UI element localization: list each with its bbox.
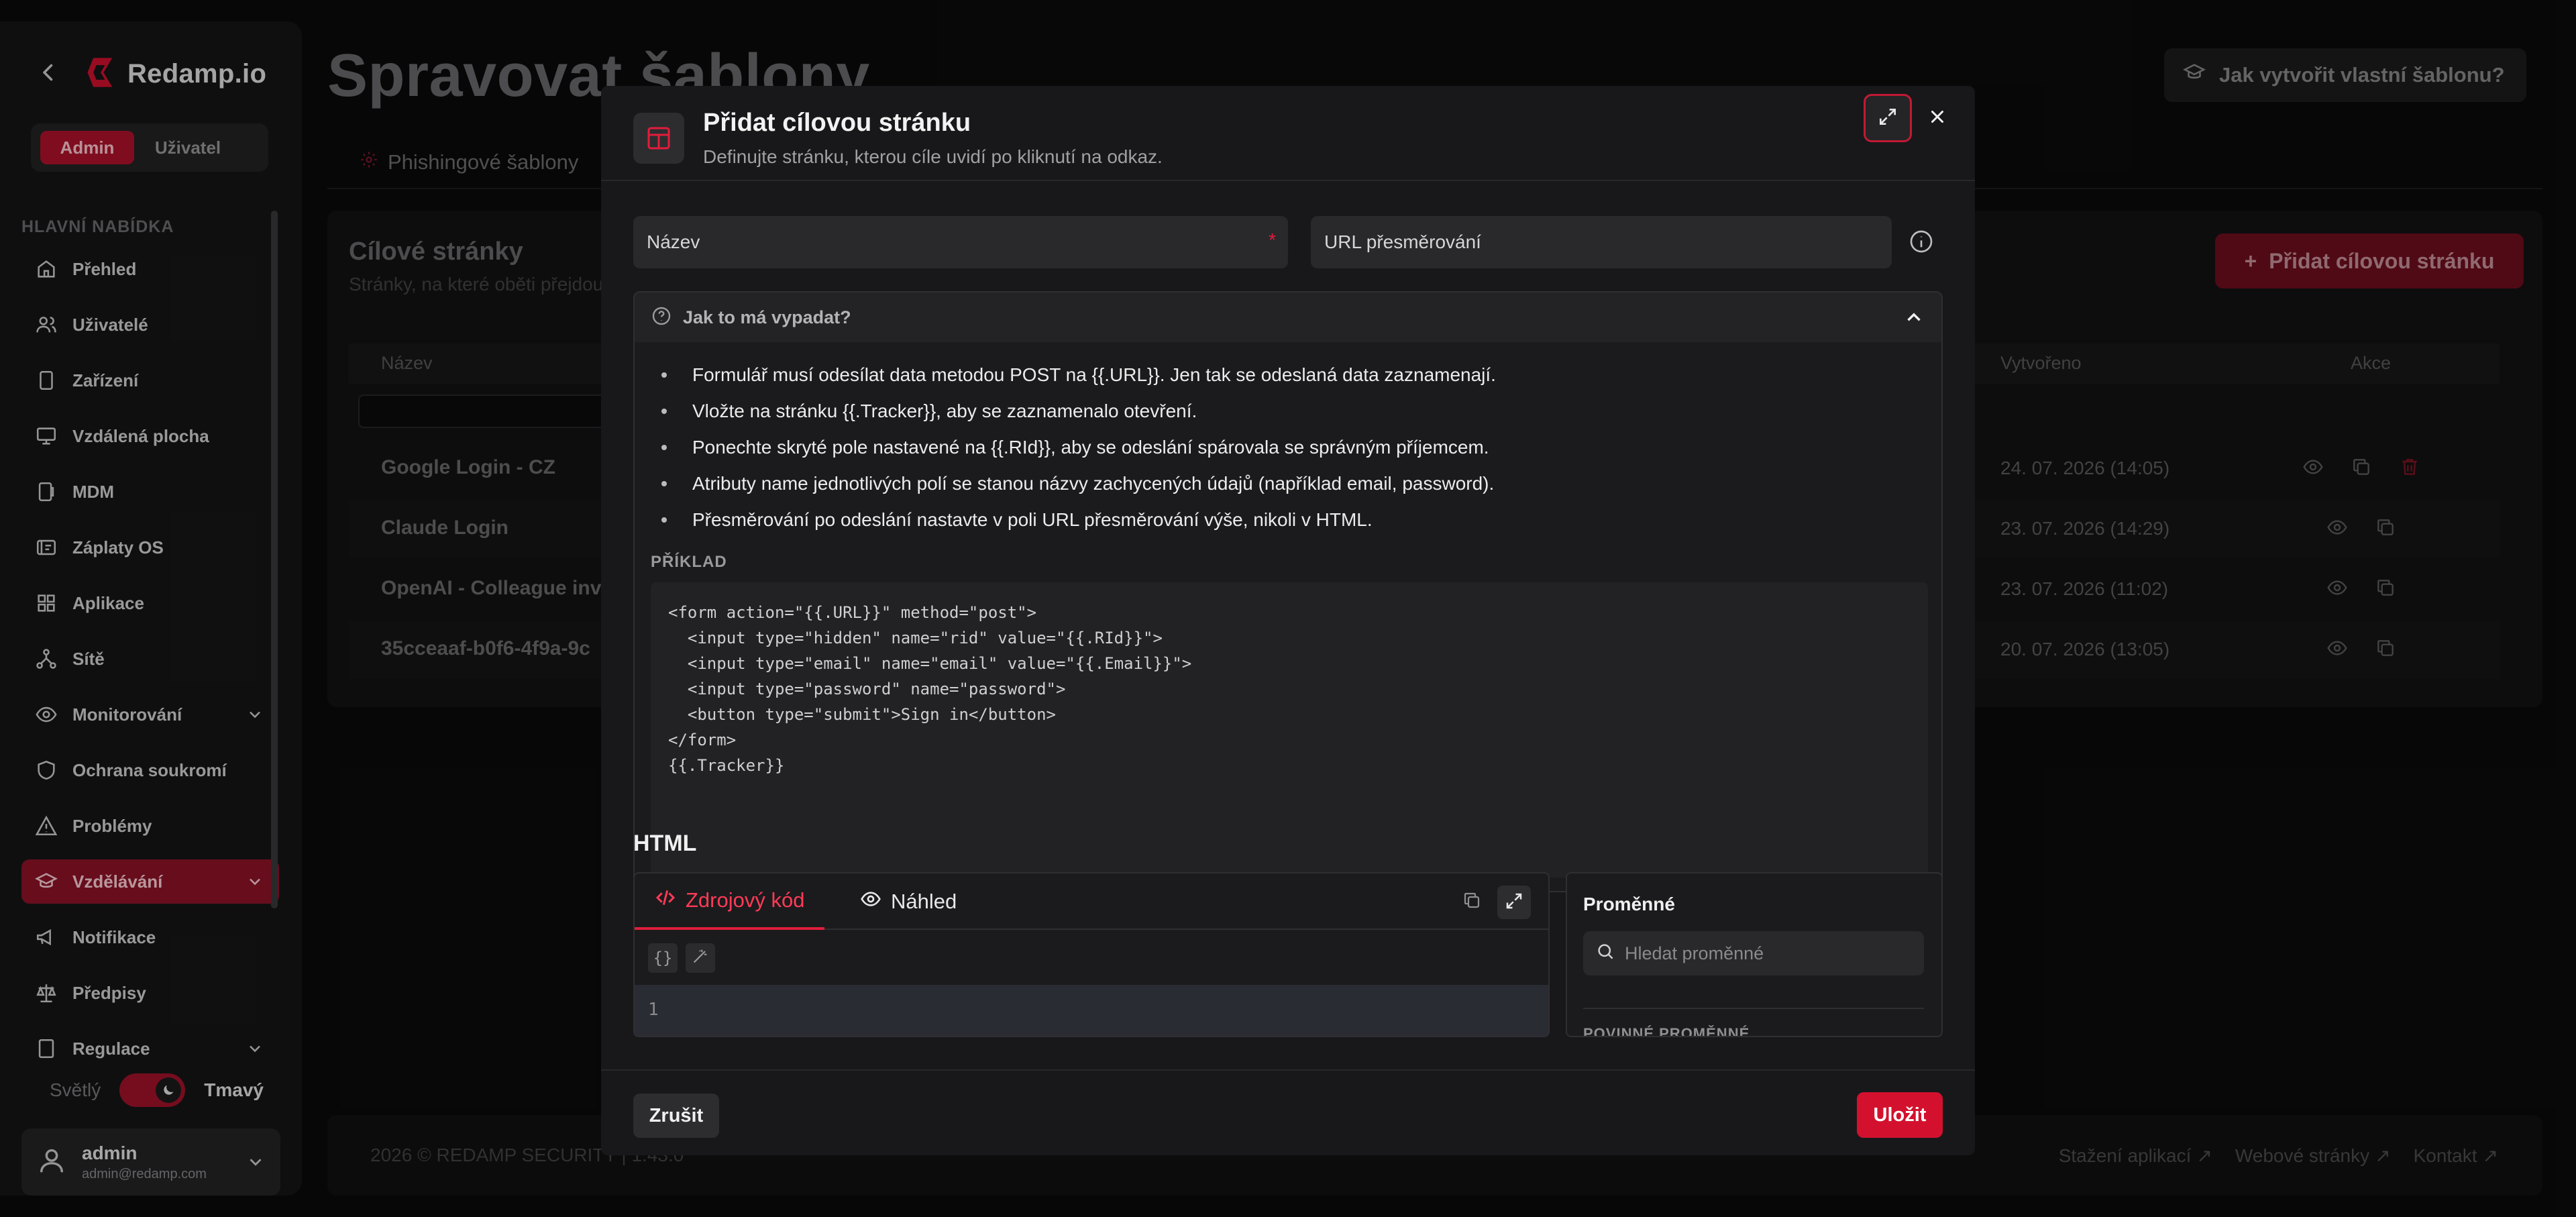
code-line: </form>: [668, 731, 737, 749]
code-icon: [655, 887, 676, 914]
save-button[interactable]: Uložit: [1857, 1092, 1943, 1138]
code-line: <form action="{{.URL}}" method="post">: [668, 603, 1037, 622]
info-icon[interactable]: [1908, 228, 1936, 256]
example-label: PŘÍKLAD: [651, 553, 727, 571]
name-input[interactable]: Název *: [633, 216, 1288, 268]
list-item-text: Přesměrování po odeslání nastavte v poli…: [692, 509, 1373, 530]
close-modal-button[interactable]: [1921, 102, 1953, 134]
code-editor-area[interactable]: 1: [635, 985, 1548, 1036]
code-line: <input type="hidden" name="rid" value="{…: [668, 629, 1163, 647]
name-input-placeholder: Název: [647, 231, 700, 252]
divider: [1583, 1008, 1924, 1009]
list-item: Formulář musí odesílat data metodou POST…: [661, 357, 1923, 393]
required-marker: *: [1269, 229, 1276, 250]
variables-panel: Proměnné Hledat proměnné POVINNÉ PROMĚNN…: [1566, 872, 1943, 1037]
tab-label: Náhled: [891, 890, 957, 913]
magic-wand-button[interactable]: [686, 943, 715, 973]
code-line: <button type="submit">Sign in</button>: [668, 705, 1056, 724]
html-section-label: HTML: [633, 831, 697, 856]
list-item: Přesměrování po odeslání nastavte v poli…: [661, 502, 1923, 538]
required-variables-heading: POVINNÉ PROMĚNNÉ: [1583, 1025, 1750, 1037]
expand-editor-button[interactable]: [1497, 886, 1531, 919]
redirect-url-placeholder: URL přesměrování: [1324, 231, 1481, 252]
list-item: Ponechte skryté pole nastavené na {{.RId…: [661, 429, 1923, 466]
expand-modal-button[interactable]: [1864, 94, 1912, 142]
list-item: Atributy name jednotlivých polí se stano…: [661, 466, 1923, 502]
list-item-text: Vložte na stránku {{.Tracker}}, aby se z…: [692, 401, 1197, 421]
editor-tabs: Zdrojový kód Náhled: [635, 874, 1548, 930]
format-code-button[interactable]: {}: [648, 943, 678, 973]
tab-source-code[interactable]: Zdrojový kód: [635, 874, 825, 930]
variables-search-placeholder: Hledat proměnné: [1625, 943, 1764, 963]
html-editor: Zdrojový kód Náhled {} 1: [633, 872, 1550, 1037]
list-item-text: Atributy name jednotlivých polí se stano…: [692, 473, 1495, 494]
modal-subtitle: Definujte stránku, kterou cíle uvidí po …: [703, 146, 1163, 167]
search-icon: [1595, 941, 1615, 966]
expand-icon: [1504, 891, 1524, 914]
modal-footer: Zrušit Uložit: [601, 1069, 1975, 1155]
editor-toolbar: {}: [635, 931, 1548, 985]
add-landing-page-modal: Přidat cílovou stránku Definujte stránku…: [601, 86, 1975, 1155]
code-line: <input type="password" name="password">: [668, 680, 1066, 698]
question-circle-icon: [651, 305, 672, 330]
chevron-up-icon: [1902, 306, 1925, 329]
tab-label: Zdrojový kód: [686, 888, 805, 912]
list-item: Vložte na stránku {{.Tracker}}, aby se z…: [661, 393, 1923, 429]
code-line: {{.Tracker}}: [668, 756, 785, 775]
line-number: 1: [648, 1000, 659, 1020]
redirect-url-input[interactable]: URL přesměrování: [1311, 216, 1892, 268]
copy-code-button[interactable]: [1457, 887, 1487, 916]
modal-title: Přidat cílovou stránku: [703, 109, 971, 137]
cancel-button[interactable]: Zrušit: [633, 1094, 719, 1138]
example-code-block: <form action="{{.URL}}" method="post"> <…: [651, 582, 1928, 878]
modal-header: Přidat cílovou stránku Definujte stránku…: [601, 86, 1975, 181]
layout-icon: [633, 113, 684, 164]
variables-title: Proměnné: [1583, 894, 1675, 914]
list-item-text: Ponechte skryté pole nastavené na {{.RId…: [692, 437, 1489, 458]
expand-icon: [1877, 106, 1898, 131]
accordion-header[interactable]: Jak to má vypadat?: [635, 293, 1941, 342]
list-item-text: Formulář musí odesílat data metodou POST…: [692, 364, 1496, 385]
eye-icon: [860, 888, 881, 915]
variables-search-input[interactable]: Hledat proměnné: [1583, 931, 1924, 975]
copy-icon: [1462, 890, 1482, 914]
tab-preview[interactable]: Náhled: [840, 874, 977, 930]
instructions-list: Formulář musí odesílat data metodou POST…: [661, 357, 1923, 538]
magic-wand-icon: [691, 947, 710, 970]
how-it-should-look-accordion: Jak to má vypadat? Formulář musí odesíla…: [633, 291, 1943, 892]
accordion-title: Jak to má vypadat?: [683, 307, 851, 327]
code-line: <input type="email" name="email" value="…: [668, 654, 1192, 673]
close-icon: [1927, 107, 1947, 130]
